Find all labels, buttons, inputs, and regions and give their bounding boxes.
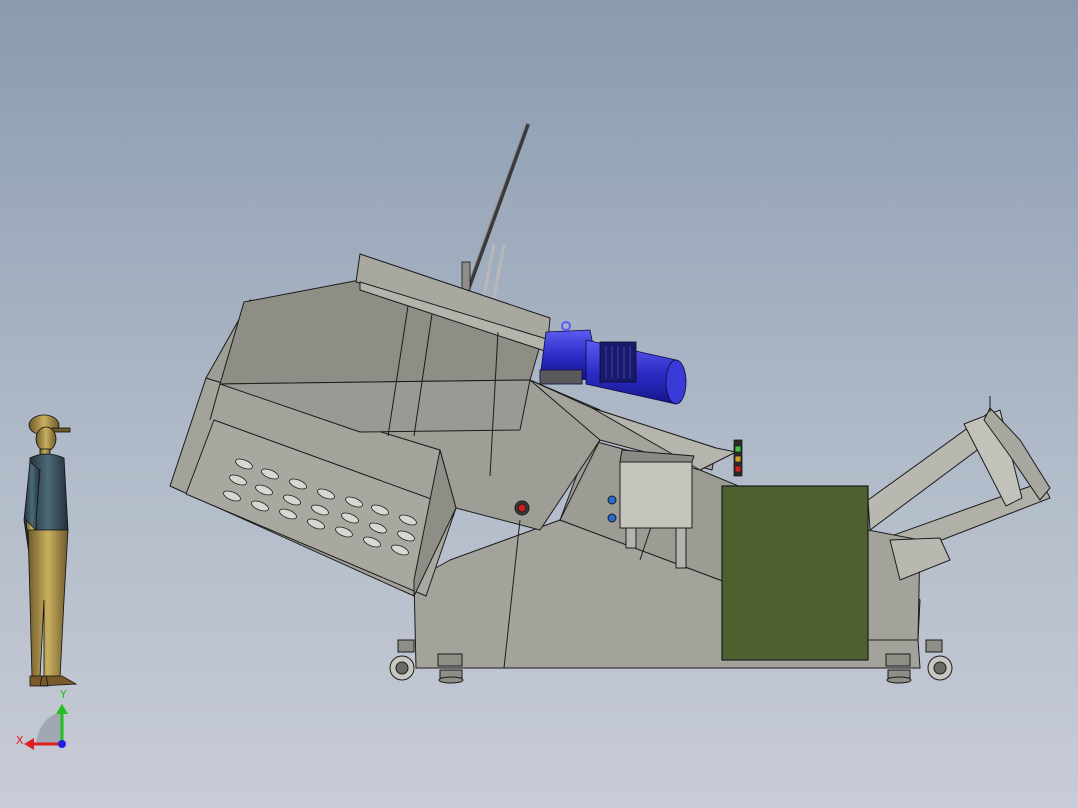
cad-viewport[interactable]: X Y <box>0 0 1078 808</box>
legs <box>27 529 69 679</box>
shoes <box>29 675 78 687</box>
head <box>35 426 57 452</box>
coordinate-triad <box>24 704 68 750</box>
inclined-rod <box>461 123 530 299</box>
caster-wheel <box>389 639 415 681</box>
electric-motor <box>539 321 687 405</box>
y-axis-label: Y <box>60 688 67 701</box>
signal-tower <box>733 439 743 477</box>
z-axis-dot <box>58 740 66 748</box>
cad-scene <box>23 123 1051 750</box>
discharge-conveyor <box>867 396 1051 641</box>
human-scale-figure <box>23 414 78 687</box>
x-axis-label: X <box>16 734 24 747</box>
control-cabinet <box>721 485 869 661</box>
caster-wheel <box>925 639 953 681</box>
